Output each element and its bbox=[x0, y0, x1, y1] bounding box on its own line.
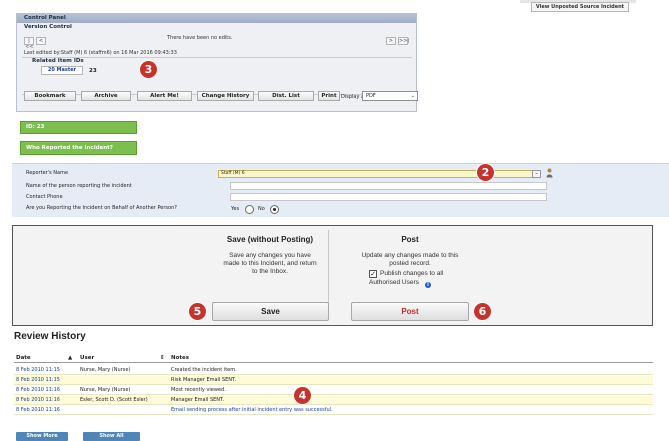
incident-id-bar: ID: 23 bbox=[20, 121, 137, 134]
callout-badge-3: 3 bbox=[140, 61, 157, 78]
contact-phone-label: Contact Phone bbox=[26, 194, 63, 200]
related-master-link[interactable]: 20 Master bbox=[41, 66, 83, 75]
table-row: 8 Feb 2010 11:16 Esler, Scott D. (Scott … bbox=[14, 396, 653, 405]
reporter-name-dropdown[interactable]: ⌄ bbox=[532, 170, 541, 178]
row-notes: Manager Email SENT. bbox=[171, 397, 225, 403]
display-as-select[interactable]: PDF ⌄ bbox=[362, 91, 418, 101]
sort-asc-icon[interactable]: ▲ bbox=[68, 355, 72, 361]
row-date: 8 Feb 2010 11:16 bbox=[16, 407, 60, 413]
person-icon[interactable] bbox=[546, 168, 553, 178]
col-date-header[interactable]: Date bbox=[16, 355, 31, 361]
control-panel-title: Control Panel bbox=[17, 14, 416, 23]
show-more-button[interactable]: Show More bbox=[16, 432, 68, 441]
row-user: Esler, Scott D. (Scott Esler) bbox=[80, 397, 148, 403]
review-history-title: Review History bbox=[14, 331, 86, 342]
row-notes: Email sending process after initial inci… bbox=[171, 407, 333, 413]
save-desc-1: Save any changes you have bbox=[229, 252, 311, 259]
save-button[interactable]: Save bbox=[212, 302, 329, 321]
related-id-value: 23 bbox=[89, 68, 97, 74]
post-desc-2: posted record. bbox=[389, 260, 431, 267]
change-history-button[interactable]: Change History bbox=[197, 91, 254, 101]
review-history-header bbox=[14, 352, 653, 363]
yes-label: Yes bbox=[231, 206, 240, 212]
person-name-input[interactable] bbox=[230, 182, 547, 190]
row-user: Nurse, Mary (Nurse) bbox=[80, 367, 131, 373]
last-edited-text: Last edited by:Staff (M) 6 (staffm6) on … bbox=[24, 50, 177, 56]
row-notes: Most recently viewed. bbox=[171, 387, 226, 393]
who-reported-bar: Who Reported the Incident? bbox=[20, 141, 137, 155]
publish-label-2: Authorised Users bbox=[369, 279, 419, 286]
person-name-label: Name of the person reporting the inciden… bbox=[26, 183, 132, 189]
no-label: No bbox=[258, 206, 265, 212]
save-desc-3: to the Inbox. bbox=[252, 268, 288, 275]
table-row: 8 Feb 2010 11:16 Nurse, Mary (Nurse) Mos… bbox=[14, 386, 653, 395]
chevron-down-icon: ⌄ bbox=[410, 93, 415, 99]
row-date: 8 Feb 2010 11:16 bbox=[16, 387, 60, 393]
row-notes: Created the incident item. bbox=[171, 367, 237, 373]
behalf-no-radio[interactable] bbox=[270, 205, 279, 214]
behalf-yes-radio[interactable] bbox=[245, 205, 254, 214]
row-date: 8 Feb 2010 11:15 bbox=[16, 377, 60, 383]
table-row: 8 Feb 2010 11:15 Risk Manager Email SENT… bbox=[14, 376, 653, 385]
col-notes-header[interactable]: Notes bbox=[171, 355, 189, 361]
callout-badge-5: 5 bbox=[189, 303, 206, 320]
col-user-header[interactable]: User bbox=[80, 355, 94, 361]
contact-phone-input[interactable] bbox=[230, 193, 547, 201]
show-all-button[interactable]: Show All bbox=[83, 432, 140, 441]
dist-list-button[interactable]: Dist. List bbox=[258, 91, 314, 101]
next-version-button[interactable]: > bbox=[386, 37, 396, 45]
callout-badge-2: 2 bbox=[477, 164, 494, 181]
bookmark-button[interactable]: Bookmark bbox=[24, 91, 76, 101]
related-ids-title: Related Item IDs bbox=[32, 58, 84, 64]
version-control-title: Version Control bbox=[24, 24, 72, 30]
alert-me-button[interactable]: Alert Me! bbox=[137, 91, 192, 101]
last-version-button[interactable]: >>| bbox=[398, 37, 409, 45]
prev-version-button[interactable]: < bbox=[36, 37, 46, 45]
save-desc-2: made to this Incident, and return bbox=[223, 260, 317, 267]
behalf-label: Are you Reporting the Incident on Behalf… bbox=[26, 205, 177, 211]
info-icon[interactable]: i bbox=[425, 282, 431, 288]
publish-checkbox[interactable]: ✓ bbox=[369, 270, 377, 278]
post-heading: Post bbox=[401, 235, 419, 244]
view-unposted-button[interactable]: View Unposted Source Incident bbox=[531, 2, 629, 12]
table-row: 8 Feb 2010 11:15 Nurse, Mary (Nurse) Cre… bbox=[14, 366, 653, 375]
archive-button[interactable]: Archive bbox=[81, 91, 131, 101]
post-button[interactable]: Post bbox=[351, 302, 469, 321]
save-heading: Save (without Posting) bbox=[226, 235, 314, 244]
chevron-down-icon: ⌄ bbox=[534, 171, 539, 176]
print-button[interactable]: Print bbox=[318, 91, 340, 101]
display-as-value: PDF bbox=[366, 93, 376, 99]
version-status: There have been no edits. bbox=[167, 35, 233, 41]
callout-badge-4: 4 bbox=[294, 387, 311, 404]
publish-label-1: Publish changes to all bbox=[380, 270, 444, 277]
callout-badge-6: 6 bbox=[474, 303, 491, 320]
row-date: 8 Feb 2010 11:15 bbox=[16, 367, 60, 373]
row-date: 8 Feb 2010 11:16 bbox=[16, 397, 60, 403]
post-desc-1: Update any changes made to this bbox=[361, 252, 459, 259]
table-row: 8 Feb 2010 11:16 Email sending process a… bbox=[14, 406, 653, 415]
row-notes: Risk Manager Email SENT. bbox=[171, 377, 237, 383]
row-user: Nurse, Mary (Nurse) bbox=[80, 387, 131, 393]
first-version-button[interactable]: |<< bbox=[24, 37, 34, 50]
reporter-name-label: Reporter's Name bbox=[26, 170, 69, 176]
sort-icon[interactable]: ⇕ bbox=[160, 355, 165, 361]
